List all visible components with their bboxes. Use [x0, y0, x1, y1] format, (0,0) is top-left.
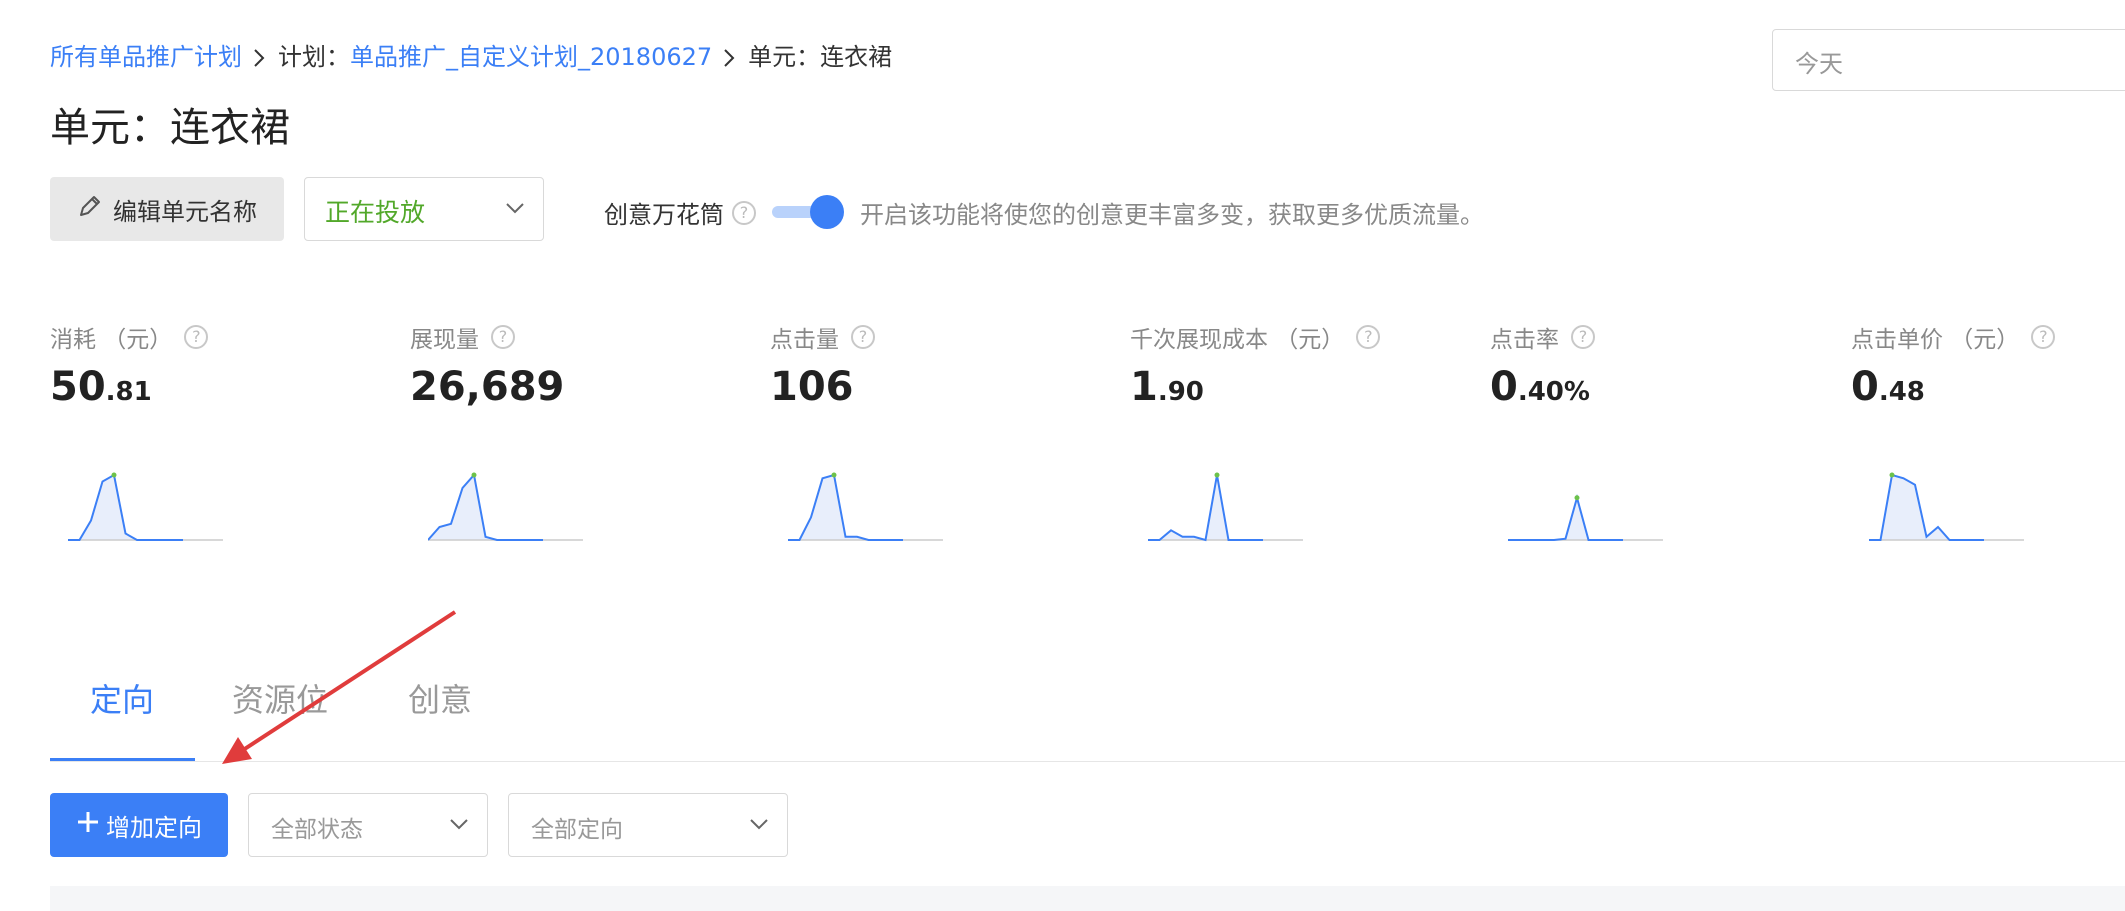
annotation-arrow — [222, 610, 457, 764]
